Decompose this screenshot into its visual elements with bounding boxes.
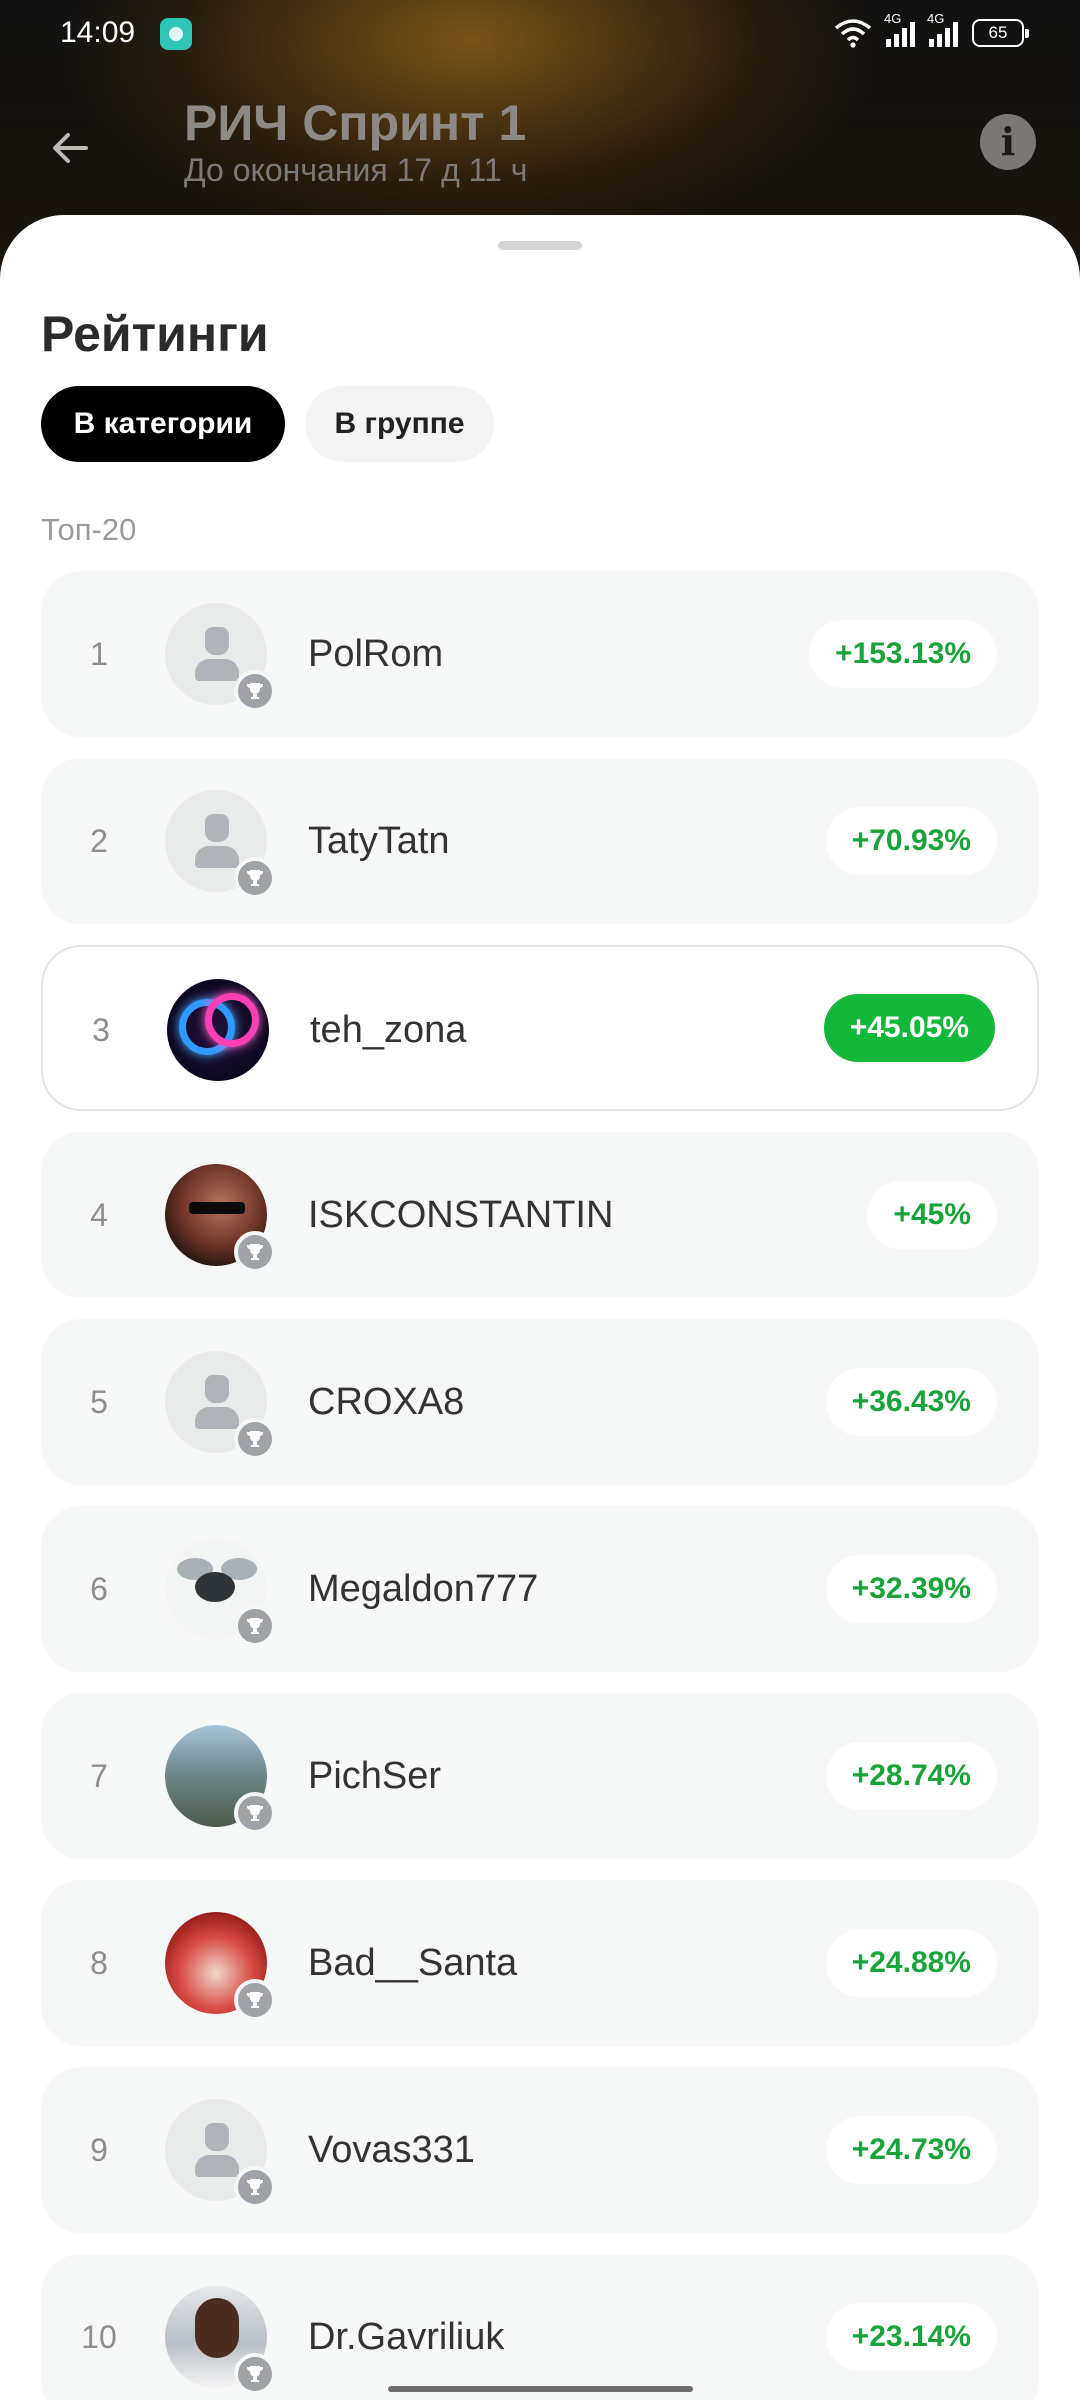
rank-number: 2 bbox=[90, 823, 108, 859]
leaderboard-list: 1 PolRom +153.13% 2 TatyTatn +70.93% 3 t… bbox=[41, 571, 1039, 2400]
trophy-icon bbox=[234, 1418, 276, 1460]
trophy-icon bbox=[234, 2353, 276, 2395]
leaderboard-row[interactable]: 5 CROXA8 +36.43% bbox=[41, 1319, 1039, 1485]
signal-1-icon: 4G bbox=[884, 11, 915, 47]
username: Vovas331 bbox=[308, 2129, 475, 2171]
rank-number: 8 bbox=[90, 1945, 108, 1981]
avatar-neon-rings bbox=[167, 979, 269, 1081]
trophy-icon bbox=[234, 1979, 276, 2021]
leaderboard-row[interactable]: 7 PichSer +28.74% bbox=[41, 1693, 1039, 1859]
username: TatyTatn bbox=[308, 820, 450, 862]
notification-app-icon bbox=[160, 18, 192, 50]
page-subtitle: До окончания 17 д 11 ч bbox=[184, 152, 528, 188]
status-bar: 14:09 4G 4G 65 bbox=[0, 0, 1080, 70]
signal-2-icon: 4G bbox=[927, 11, 958, 47]
username: CROXA8 bbox=[308, 1381, 465, 1423]
percent-badge: +24.88% bbox=[825, 1929, 997, 1997]
rank-number: 7 bbox=[90, 1758, 108, 1794]
leaderboard-row[interactable]: 2 TatyTatn +70.93% bbox=[41, 758, 1039, 924]
page-title: РИЧ Спринт 1 bbox=[184, 95, 527, 151]
status-time: 14:09 bbox=[60, 16, 136, 49]
username: Dr.Gavriliuk bbox=[308, 2316, 505, 2358]
rank-number: 3 bbox=[92, 1012, 110, 1048]
top-20-label: Топ-20 bbox=[41, 512, 137, 547]
sheet-drag-handle[interactable] bbox=[498, 241, 582, 250]
status-indicators: 4G 4G 65 bbox=[834, 11, 1029, 48]
leaderboard-row[interactable]: 9 Vovas331 +24.73% bbox=[41, 2067, 1039, 2233]
leaderboard-row[interactable]: 1 PolRom +153.13% bbox=[41, 571, 1039, 737]
percent-badge: +28.74% bbox=[825, 1742, 997, 1810]
ratings-heading: Рейтинги bbox=[41, 306, 269, 362]
rank-number: 9 bbox=[90, 2132, 108, 2168]
rank-number: 5 bbox=[90, 1384, 108, 1420]
leaderboard-row[interactable]: 4 ISKCONSTANTIN +45% bbox=[41, 1132, 1039, 1298]
arrow-left-icon[interactable] bbox=[42, 120, 98, 176]
leaderboard-row[interactable]: 8 Bad__Santa +24.88% bbox=[41, 1880, 1039, 2046]
leaderboard-row[interactable]: 10 Dr.Gavriliuk +23.14% bbox=[41, 2254, 1039, 2400]
battery-icon: 65 bbox=[972, 19, 1029, 47]
percent-badge: +45% bbox=[867, 1181, 997, 1249]
gesture-nav-bar[interactable] bbox=[388, 2386, 693, 2392]
username: PolRom bbox=[308, 633, 444, 675]
trophy-icon bbox=[234, 857, 276, 899]
username: ISKCONSTANTIN bbox=[308, 1194, 614, 1236]
leaderboard-row-current-user[interactable]: 3 teh_zona +45.05% bbox=[41, 945, 1039, 1111]
percent-badge: +32.39% bbox=[825, 1555, 997, 1623]
rank-number: 10 bbox=[81, 2319, 117, 2355]
trophy-icon bbox=[234, 1231, 276, 1273]
leaderboard-row[interactable]: 6 Megaldon777 +32.39% bbox=[41, 1506, 1039, 1672]
percent-badge: +36.43% bbox=[825, 1368, 997, 1436]
trophy-icon bbox=[234, 2166, 276, 2208]
percent-badge: +24.73% bbox=[825, 2116, 997, 2184]
rank-number: 6 bbox=[90, 1571, 108, 1607]
percent-badge: +23.14% bbox=[825, 2303, 997, 2371]
username: Megaldon777 bbox=[308, 1568, 539, 1610]
wifi-icon bbox=[834, 19, 872, 48]
trophy-icon bbox=[234, 1605, 276, 1647]
tab-in-category[interactable]: В категории bbox=[41, 386, 285, 462]
trophy-icon bbox=[234, 1792, 276, 1834]
rank-number: 1 bbox=[90, 636, 108, 672]
tab-in-group[interactable]: В группе bbox=[305, 386, 494, 462]
percent-badge: +45.05% bbox=[823, 994, 995, 1062]
percent-badge: +153.13% bbox=[809, 620, 997, 688]
username: Bad__Santa bbox=[308, 1942, 518, 1984]
username: teh_zona bbox=[310, 1009, 467, 1051]
percent-badge: +70.93% bbox=[825, 807, 997, 875]
username: PichSer bbox=[308, 1755, 442, 1797]
ratings-sheet: Рейтинги В категории В группе Топ-20 1 P… bbox=[0, 215, 1080, 2400]
trophy-icon bbox=[234, 670, 276, 712]
top-bar: РИЧ Спринт 1 До окончания 17 д 11 ч i bbox=[0, 80, 1080, 210]
info-icon[interactable]: i bbox=[980, 114, 1036, 170]
rank-number: 4 bbox=[90, 1197, 108, 1233]
